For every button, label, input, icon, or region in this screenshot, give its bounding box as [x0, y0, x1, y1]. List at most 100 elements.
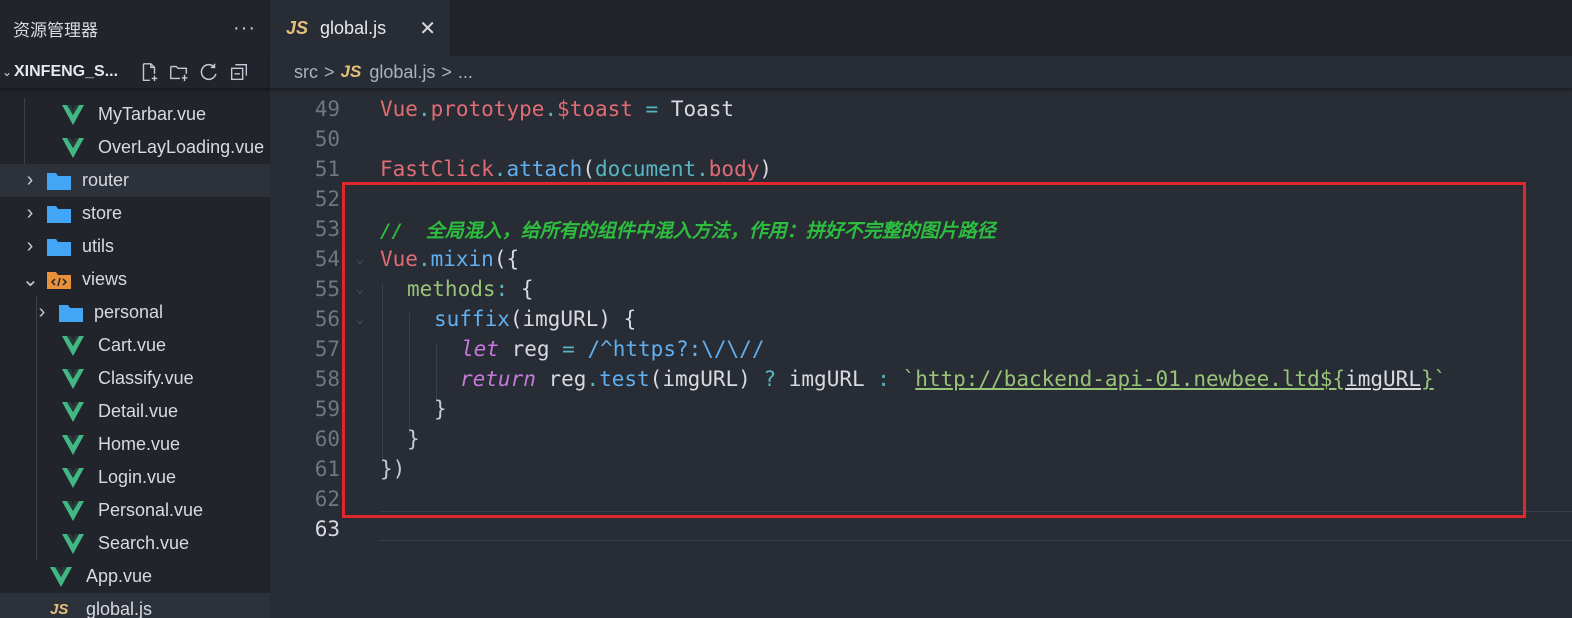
line-number: 62: [314, 487, 340, 511]
tree-item-label: App.vue: [86, 566, 153, 586]
project-name[interactable]: XINFENG_S...: [14, 63, 134, 81]
tree-item-label: Home.vue: [98, 434, 181, 454]
code-line-57: 57 let reg = /^https?:\/\//: [270, 334, 1572, 364]
chevron-right-icon[interactable]: ›: [22, 169, 38, 192]
folder-icon: [46, 171, 72, 191]
explorer-sidebar: 资源管理器 ··· ⌄ XINFENG_S... MyTarbar.vue Ove…: [0, 0, 270, 618]
line-number: 49: [314, 97, 340, 121]
code-text: methods: {: [407, 277, 534, 301]
code-text: FastClick.attach(document.body): [380, 157, 773, 181]
code-text: Vue.prototype.$toast = Toast: [380, 97, 735, 121]
code-line-53: 53 // 全局混入，给所有的组件中混入方法，作用：拼好不完整的图片路径: [270, 214, 1572, 244]
code-line-60: 60 }: [270, 424, 1572, 454]
tree-item-label: router: [82, 170, 130, 190]
tree-item-label: MyTarbar.vue: [98, 104, 207, 124]
tree-item-app-vue[interactable]: App.vue: [0, 560, 270, 593]
new-file-icon[interactable]: [134, 58, 164, 86]
code-line-55: 55 ⌄ methods: {: [270, 274, 1572, 304]
code-text: }): [380, 457, 406, 481]
line-number: 50: [314, 127, 340, 151]
folder-icon: [46, 237, 72, 257]
tree-item-global-js[interactable]: JS global.js: [0, 593, 270, 618]
chevron-down-icon[interactable]: ⌄: [22, 267, 39, 292]
tree-item-label: Login.vue: [98, 467, 177, 487]
project-header[interactable]: ⌄ XINFENG_S...: [0, 56, 270, 88]
chevron-right-icon[interactable]: ›: [22, 202, 38, 225]
indent-guide: [36, 296, 37, 560]
tab-global-js[interactable]: JS global.js ✕: [270, 0, 450, 56]
tree-item-label: Personal.vue: [98, 500, 204, 520]
code-line-52: 52: [270, 184, 1572, 214]
tree-item-label: Search.vue: [98, 533, 190, 553]
vue-file-icon: [50, 566, 72, 587]
line-number: 59: [314, 397, 340, 421]
line-number: 52: [314, 187, 340, 211]
tree-item-login-vue[interactable]: Login.vue: [0, 461, 270, 494]
tree-item-label: Cart.vue: [98, 335, 167, 355]
tree-item-label: Classify.vue: [98, 368, 194, 388]
tree-item-detail-vue[interactable]: Detail.vue: [0, 395, 270, 428]
code-text: return reg.test(imgURL) ? imgURL : `http…: [460, 367, 1447, 391]
vue-file-icon: [62, 434, 84, 455]
line-number: 54: [314, 247, 340, 271]
refresh-icon[interactable]: [194, 58, 224, 86]
tree-item-label: personal: [94, 302, 164, 322]
chevron-right-icon: >: [324, 61, 335, 82]
tree-item-label: OverLayLoading.vue: [98, 137, 265, 157]
line-number-active: 63: [314, 517, 340, 541]
tree-item-overlayloading-vue[interactable]: OverLayLoading.vue: [0, 131, 270, 164]
code-line-50: 50: [270, 124, 1572, 154]
explorer-header: 资源管理器 ···: [0, 0, 270, 56]
file-tree: MyTarbar.vue OverLayLoading.vue › router › st…: [0, 98, 270, 618]
code-comment: // 全局混入，给所有的组件中混入方法，作用：拼好不完整的图片路径: [380, 219, 996, 242]
tree-item-cart-vue[interactable]: Cart.vue: [0, 329, 270, 362]
vue-file-icon: [62, 500, 84, 521]
folder-icon: [58, 303, 84, 323]
code-text: suffix(imgURL) {: [434, 307, 637, 331]
indent-guide: [24, 98, 25, 164]
close-icon[interactable]: ✕: [419, 16, 436, 41]
code-text: Vue.mixin({: [380, 247, 520, 271]
fold-chevron-icon[interactable]: ⌄: [356, 282, 364, 297]
code-text: }: [407, 427, 420, 451]
tree-item-label: views: [82, 269, 128, 289]
tree-item-label: Detail.vue: [98, 401, 179, 421]
line-number: 55: [314, 277, 340, 301]
code-line-56: 56 ⌄ suffix(imgURL) {: [270, 304, 1572, 334]
tree-item-personal-vue[interactable]: Personal.vue: [0, 494, 270, 527]
line-number: 51: [314, 157, 340, 181]
fold-chevron-icon[interactable]: ⌄: [356, 312, 364, 327]
chevron-right-icon: >: [441, 61, 452, 82]
tree-item-mytarbar-vue[interactable]: MyTarbar.vue: [0, 98, 270, 131]
code-line-59: 59 }: [270, 394, 1572, 424]
vue-file-icon: [62, 368, 84, 389]
chevron-right-icon[interactable]: ›: [22, 235, 38, 258]
tree-item-home-vue[interactable]: Home.vue: [0, 428, 270, 461]
collapse-all-icon[interactable]: [224, 58, 254, 86]
breadcrumb-src[interactable]: src: [294, 62, 318, 83]
explorer-title: 资源管理器: [13, 20, 98, 40]
breadcrumb-more[interactable]: ...: [458, 62, 473, 83]
tree-item-search-vue[interactable]: Search.vue: [0, 527, 270, 560]
js-file-icon: JS: [340, 62, 362, 81]
code-line-51: 51 FastClick.attach(document.body): [270, 154, 1572, 184]
fold-chevron-icon[interactable]: ⌄: [356, 252, 364, 267]
js-file-icon: JS: [286, 17, 309, 38]
vue-file-icon: [62, 104, 84, 125]
tree-item-utils[interactable]: › utils: [0, 230, 270, 263]
line-number: 57: [314, 337, 340, 361]
breadcrumb-file[interactable]: global.js: [369, 62, 435, 83]
tree-item-router[interactable]: › router: [0, 164, 270, 197]
more-actions-icon[interactable]: ···: [233, 17, 256, 40]
tree-item-classify-vue[interactable]: Classify.vue: [0, 362, 270, 395]
vue-file-icon: [62, 335, 84, 356]
folder-icon: [46, 204, 72, 224]
code-text: let reg = /^https?:\/\//: [461, 337, 765, 361]
tree-item-store[interactable]: › store: [0, 197, 270, 230]
tab-label: global.js: [320, 17, 387, 38]
js-file-icon: JS: [50, 601, 69, 618]
new-folder-icon[interactable]: [164, 58, 194, 86]
chevron-down-icon[interactable]: ⌄: [2, 65, 14, 79]
tree-item-personal[interactable]: › personal: [0, 296, 270, 329]
tree-item-views[interactable]: ⌄ views: [0, 263, 270, 296]
